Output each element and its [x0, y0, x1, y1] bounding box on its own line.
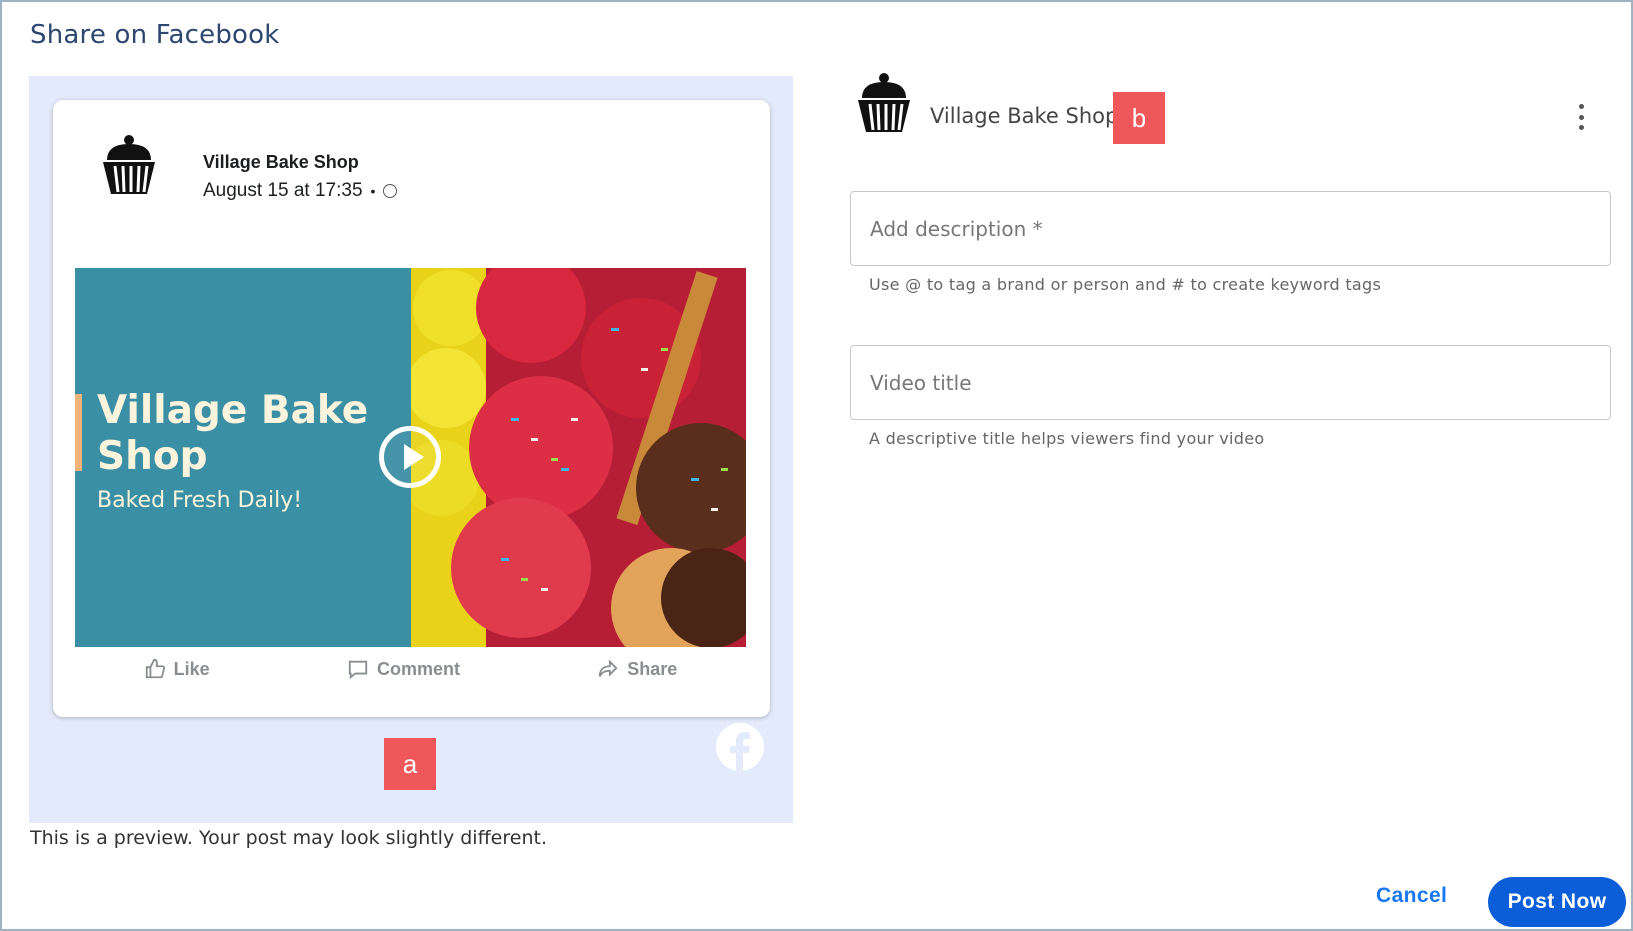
comment-action: Comment	[347, 658, 460, 680]
like-action: Like	[144, 658, 210, 680]
post-account-name: Village Bake Shop	[203, 152, 359, 172]
annotation-badge-b: b	[1113, 92, 1165, 144]
post-preview-panel: Village Bake Shop August 15 at 17:35 • V…	[29, 76, 793, 823]
preview-note: This is a preview. Your post may look sl…	[30, 827, 547, 849]
play-icon[interactable]	[379, 426, 441, 488]
cupcake-account-icon	[858, 73, 910, 132]
share-icon	[599, 659, 618, 677]
annotation-badge-a: a	[384, 738, 436, 790]
thumbnail-headline: Village Bake Shop	[97, 388, 369, 479]
thumbs-up-icon	[145, 658, 165, 679]
accent-bar	[75, 394, 82, 471]
share-dialog: Share on Facebook Village Bake Shop Augu…	[0, 0, 1633, 931]
post-now-button[interactable]: Post Now	[1488, 877, 1626, 927]
share-action: Share	[597, 658, 677, 680]
globe-icon	[383, 184, 398, 198]
donuts-image	[411, 268, 746, 647]
post-timestamp: August 15 at 17:35	[203, 180, 363, 201]
video-title-helper-text: A descriptive title helps viewers find y…	[869, 429, 1265, 448]
cupcake-avatar-icon	[103, 135, 155, 194]
share-label: Share	[627, 658, 678, 679]
facebook-logo-icon	[716, 723, 764, 771]
thumbnail-text-panel: Village Bake Shop Baked Fresh Daily!	[75, 268, 411, 647]
video-thumbnail[interactable]: Village Bake Shop Baked Fresh Daily!	[75, 268, 746, 647]
dialog-title: Share on Facebook	[30, 20, 280, 50]
thumbnail-subheadline: Baked Fresh Daily!	[97, 488, 303, 513]
comment-icon	[348, 660, 368, 680]
facebook-post-card: Village Bake Shop August 15 at 17:35 • V…	[53, 100, 770, 717]
more-options-icon[interactable]	[1574, 104, 1588, 130]
meta-separator: •	[370, 183, 376, 199]
like-label: Like	[173, 658, 210, 679]
selected-account-name: Village Bake Shop	[930, 104, 1119, 128]
description-input[interactable]: Add description *	[850, 191, 1611, 266]
post-actions-bar: Like Comment Share	[75, 649, 746, 689]
comment-label: Comment	[376, 658, 460, 679]
video-title-input[interactable]: Video title	[850, 345, 1611, 420]
description-helper-text: Use @ to tag a brand or person and # to …	[869, 275, 1382, 294]
post-meta: August 15 at 17:35 •	[203, 180, 398, 202]
cancel-button[interactable]: Cancel	[1376, 884, 1447, 908]
